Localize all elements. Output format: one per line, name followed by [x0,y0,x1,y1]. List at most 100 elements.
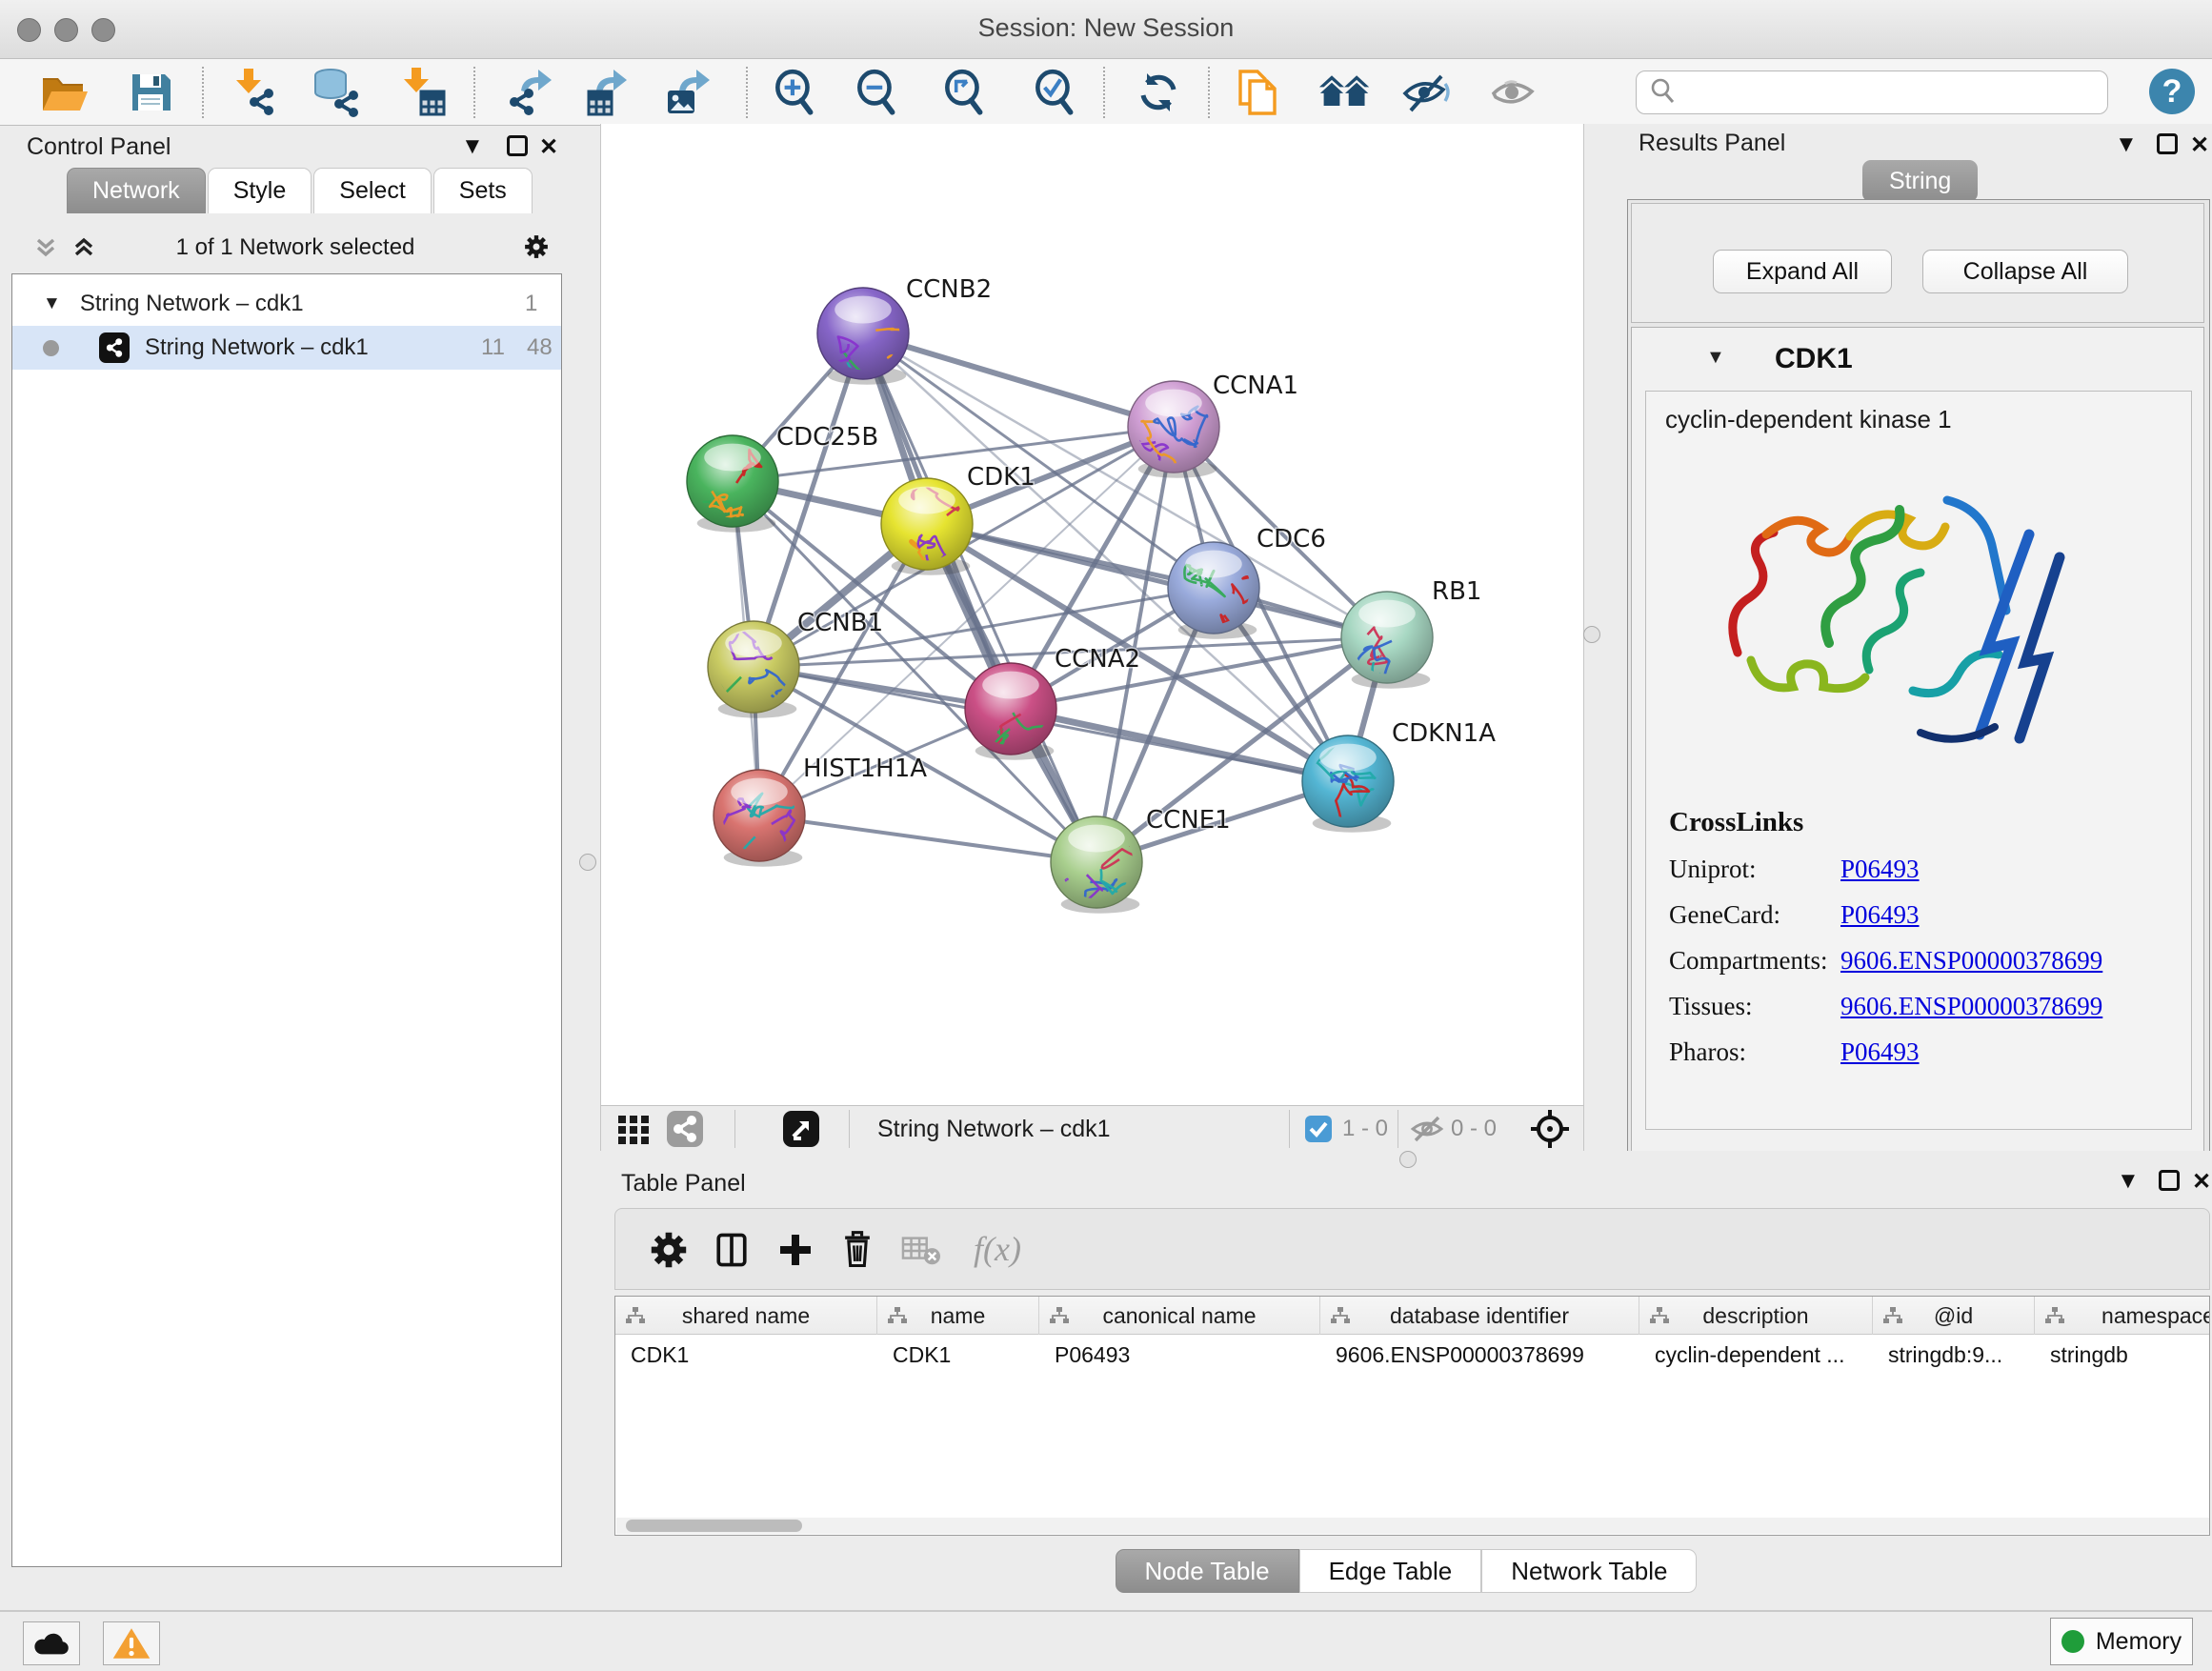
export-network-icon[interactable] [503,68,556,117]
network-node-CCNA2[interactable] [965,663,1080,803]
memory-button[interactable]: Memory [2050,1618,2193,1665]
network-options-gear-icon[interactable] [522,232,551,266]
table-horizontal-scrollbar[interactable] [616,1518,2209,1534]
gene-section-header[interactable]: ▼ CDK1 [1632,333,2203,383]
control-panel-menu-icon[interactable]: ▼ [461,133,484,160]
crosslink-link[interactable]: 9606.ENSP00000378699 [1840,946,2102,976]
table-cell[interactable]: P06493 [1039,1335,1320,1375]
table-cell[interactable]: CDK1 [615,1335,877,1375]
tab-network-table[interactable]: Network Table [1481,1549,1697,1593]
import-table-icon[interactable] [396,68,450,117]
column-header-namespace[interactable]: namespace [2035,1297,2210,1335]
collapse-triangle-icon[interactable]: ▼ [43,293,61,314]
export-image-icon[interactable] [661,68,714,117]
table-cell[interactable]: stringdb:9... [1873,1335,2035,1375]
network-edge-CCNB2-CCNA1[interactable] [863,333,1174,427]
gene-collapse-triangle-icon[interactable]: ▼ [1706,347,1725,369]
right-splitter-handle[interactable] [1583,626,1600,643]
add-column-plus-icon[interactable] [771,1225,820,1275]
network-node-RB1[interactable] [1339,592,1433,726]
control-panel-close-icon[interactable]: ✕ [539,133,558,161]
houses-icon[interactable] [1318,68,1372,117]
show-columns-icon[interactable] [707,1225,756,1275]
network-node-CCNE1[interactable] [1051,816,1161,924]
table-settings-gear-icon[interactable] [644,1225,694,1275]
column-header-description[interactable]: description [1639,1297,1873,1335]
horizontal-splitter-handle[interactable] [1399,1151,1417,1168]
gene-results-list: ▼ CDK1 cyclin-dependent kinase 1 [1631,327,2204,1158]
network-node-CCNA1[interactable] [1128,381,1219,485]
network-canvas[interactable]: CCNB2CCNA1CDC25BCDK1CDC6RB1CCNB1CCNA2CDK… [600,124,1584,1105]
control-panel-float-icon[interactable] [507,135,528,161]
table-cell[interactable]: CDK1 [877,1335,1039,1375]
table-panel-close-icon[interactable]: ✕ [2192,1168,2211,1196]
tab-node-table[interactable]: Node Table [1116,1549,1299,1593]
export-table-icon[interactable] [578,68,632,117]
import-network-database-icon[interactable] [309,68,362,117]
application-window: Session: New Session ? Control Panel ▼ ✕… [0,0,2212,1671]
table-panel-float-icon[interactable] [2159,1170,2180,1196]
column-header-shared-name[interactable]: shared name [615,1297,877,1335]
network-collection-row[interactable]: ▼ String Network – cdk1 1 [12,282,561,326]
tab-edge-table[interactable]: Edge Table [1299,1549,1482,1593]
cloud-button[interactable] [23,1621,80,1665]
left-splitter-handle[interactable] [579,854,596,871]
tab-string[interactable]: String [1862,160,1978,202]
column-header-name[interactable]: name [877,1297,1039,1335]
hide-details-icon[interactable] [1399,68,1453,117]
hidden-eye-slash-icon[interactable] [1409,1110,1445,1148]
scrollbar-thumb[interactable] [626,1520,802,1532]
network-edge-HIST1H1A-CCNE1[interactable] [759,815,1096,862]
tab-sets[interactable]: Sets [433,168,533,213]
crosslink-link[interactable]: P06493 [1840,855,1920,884]
refresh-icon[interactable] [1132,68,1185,117]
network-edge-CCNA2-CDKN1A[interactable] [1011,709,1348,781]
network-node-HIST1H1A[interactable] [694,770,805,877]
table-row[interactable]: CDK1CDK1P064939606.ENSP00000378699cyclin… [615,1335,2210,1375]
results-panel-menu-icon[interactable]: ▼ [2115,131,2138,158]
open-session-icon[interactable] [38,68,91,117]
table-cell[interactable]: cyclin-dependent ... [1639,1335,1873,1375]
expand-all-button[interactable]: Expand All [1713,250,1892,293]
table-cell[interactable]: stringdb [2035,1335,2210,1375]
share-network-badge-icon[interactable] [666,1110,704,1148]
network-node-CDC6[interactable] [1168,542,1265,639]
table-cell[interactable]: 9606.ENSP00000378699 [1320,1335,1639,1375]
birdseye-grid-icon[interactable] [616,1110,651,1148]
zoom-fit-icon[interactable] [937,68,991,117]
network-node-CDKN1A[interactable] [1302,735,1394,833]
warning-icon [111,1625,151,1661]
delete-column-trash-icon[interactable] [833,1225,882,1275]
documents-icon[interactable] [1231,68,1284,117]
column-header-database-identifier[interactable]: database identifier [1320,1297,1639,1335]
crosslink-link[interactable]: P06493 [1840,1037,1920,1067]
save-session-icon[interactable] [124,68,177,117]
network-row-label: String Network – cdk1 [145,334,369,361]
table-panel-menu-icon[interactable]: ▼ [2117,1168,2140,1195]
results-panel-close-icon[interactable]: ✕ [2190,131,2209,159]
results-panel-float-icon[interactable] [2157,133,2178,159]
selected-checkbox-icon[interactable] [1304,1110,1333,1148]
zoom-selected-icon[interactable] [1028,68,1081,117]
search-input[interactable] [1636,70,2108,114]
network-node-CCNB1[interactable] [654,621,799,732]
network-graph[interactable]: CCNB2CCNA1CDC25BCDK1CDC6RB1CCNB1CCNA2CDK… [601,124,1585,1105]
collapse-all-button[interactable]: Collapse All [1922,250,2128,293]
zoom-in-icon[interactable] [768,68,821,117]
zoom-out-icon[interactable] [850,68,903,117]
column-header-@id[interactable]: @id [1873,1297,2035,1335]
column-header-canonical-name[interactable]: canonical name [1039,1297,1320,1335]
crosslink-link[interactable]: P06493 [1840,900,1920,930]
open-in-window-icon[interactable] [782,1110,820,1148]
tab-network[interactable]: Network [67,168,206,213]
help-button[interactable]: ? [2149,69,2195,114]
network-row[interactable]: String Network – cdk1 11 48 [12,326,561,370]
show-details-icon[interactable] [1486,68,1539,117]
import-network-icon[interactable] [229,68,282,117]
warnings-button[interactable] [103,1621,160,1665]
tab-style[interactable]: Style [208,168,312,213]
tab-select[interactable]: Select [313,168,431,213]
network-node-CDC25B[interactable] [678,435,778,547]
crosslink-link[interactable]: 9606.ENSP00000378699 [1840,992,2102,1021]
fit-selected-crosshair-icon[interactable] [1530,1110,1570,1148]
